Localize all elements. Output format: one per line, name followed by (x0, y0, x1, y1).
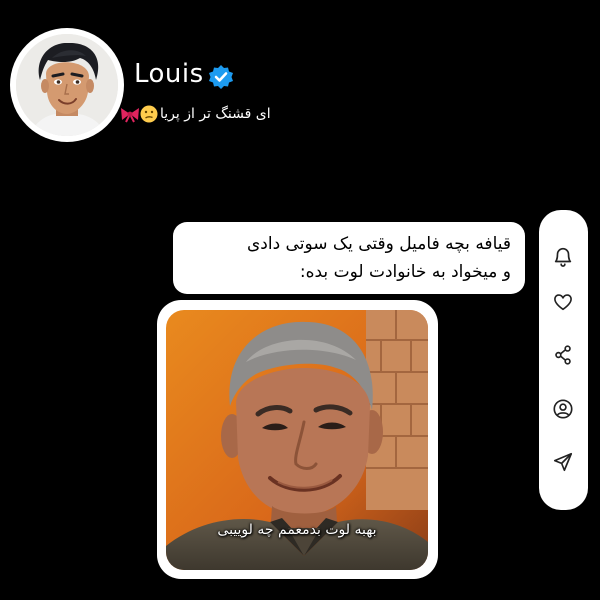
ribbon-emoji (121, 108, 139, 123)
image-caption: بهبه لوت بدمعمم چه لوییبی (217, 522, 377, 538)
verified-badge-icon (208, 64, 234, 90)
post-screen: Louis ای قشنگ تر از پریا قیافه بچه فامیل… (0, 0, 600, 600)
send-icon[interactable] (551, 450, 575, 474)
like-heart-icon[interactable] (551, 290, 575, 314)
action-sidebar (539, 210, 588, 510)
post-text-line: قیافه بچه فامیل وقتی یک سوتی دادی (246, 234, 511, 254)
notification-bell-icon[interactable] (551, 244, 575, 268)
username[interactable]: Louis (134, 58, 204, 90)
post-text-line: و میخواد به خانوادت لوت بده: (299, 262, 511, 282)
bio-text: ای قشنگ تر از پریا (160, 106, 271, 122)
post-text: قیافه بچه فامیل وقتی یک سوتی دادی و میخو… (173, 222, 525, 294)
confused-face-emoji (140, 105, 158, 123)
cartoon-avatar-illustration (16, 34, 118, 136)
profile-icon[interactable] (551, 397, 575, 421)
profile-bio: ای قشنگ تر از پریا (120, 100, 286, 128)
avatar[interactable] (16, 34, 118, 136)
post-image[interactable]: بهبه لوت بدمعمم چه لوییبی (166, 310, 428, 570)
share-icon[interactable] (551, 343, 575, 367)
